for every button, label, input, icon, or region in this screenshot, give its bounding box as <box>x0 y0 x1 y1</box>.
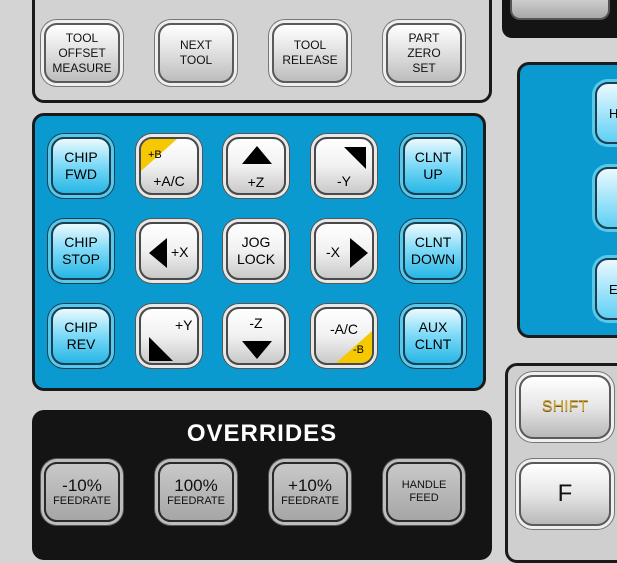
label-line: OFFSET <box>58 45 106 60</box>
sub-label: FEEDRATE <box>167 494 225 507</box>
arrow-up-icon <box>242 146 272 164</box>
plus-x-label: +X <box>171 244 189 260</box>
sub-label: FEEDRATE <box>53 494 111 507</box>
f-key[interactable]: F <box>519 462 611 526</box>
arrow-down-icon <box>242 341 272 359</box>
plus-ac-label: +A/C <box>153 173 185 189</box>
arrow-corner-icon <box>149 337 173 361</box>
partial-blank-key[interactable] <box>595 167 617 229</box>
label-line: CLNT <box>414 234 452 250</box>
minus-b-label: -B <box>353 344 364 356</box>
value-label: -10% <box>62 475 102 495</box>
label-line: UP <box>423 166 443 182</box>
plus-x-button[interactable]: +X <box>139 222 199 280</box>
chip-fwd-button[interactable]: CHIP FWD <box>51 137 111 195</box>
next-tool-button[interactable]: NEXT TOOL <box>158 23 234 83</box>
label-line: STOP <box>62 251 100 267</box>
minus-x-button[interactable]: -X <box>314 222 374 280</box>
partial-e-key[interactable]: E <box>595 258 617 320</box>
plus-z-button[interactable]: +Z <box>226 137 286 195</box>
label-line: JOG <box>241 234 271 250</box>
label-line: NEXT <box>179 38 212 52</box>
value-label: +10% <box>288 475 332 495</box>
label-line: TOOL <box>179 53 213 67</box>
top-right-key-area <box>502 0 617 38</box>
label-line: MEASURE <box>52 60 112 75</box>
plus-y-label: +Y <box>175 317 193 333</box>
feedrate-100-button[interactable]: 100% FEEDRATE <box>158 462 234 522</box>
f-key-label: F <box>557 480 573 507</box>
label-line: LOCK <box>236 251 276 267</box>
label-line: REV <box>66 336 96 352</box>
label-line: HANDLE <box>401 479 447 491</box>
label-line: FWD <box>65 166 97 182</box>
minus-z-button[interactable]: -Z <box>226 307 286 365</box>
label-line: ZERO <box>407 45 441 60</box>
value-label: 100% <box>174 475 218 495</box>
label-line: AUX <box>418 319 448 335</box>
shift-label: SHIFT <box>541 398 589 415</box>
label-line: RELEASE <box>282 53 338 67</box>
label-line: TOOL <box>65 30 99 45</box>
plus-b-label: +B <box>148 149 162 161</box>
partial-key-label: H <box>609 105 617 121</box>
partial-key-label: E <box>609 281 617 297</box>
minus-ac-button[interactable]: -A/C -B <box>314 307 374 365</box>
clnt-down-button[interactable]: CLNT DOWN <box>403 222 463 280</box>
arrow-left-icon <box>149 238 167 268</box>
minus-y-label: -Y <box>337 173 351 189</box>
label-line: FEED <box>409 492 439 504</box>
minus-z-label: -Z <box>249 315 263 331</box>
overrides-title: OVERRIDES <box>186 420 338 447</box>
label-line: CHIP <box>64 234 98 250</box>
plus-ac-button[interactable]: +B +A/C <box>139 137 199 195</box>
label-line: CHIP <box>64 319 98 335</box>
aux-clnt-button[interactable]: AUX CLNT <box>403 307 463 365</box>
minus-y-button[interactable]: -Y <box>314 137 374 195</box>
label-line: SET <box>412 60 436 75</box>
part-zero-set-button[interactable]: PART ZERO SET <box>386 23 462 83</box>
handle-feed-button[interactable]: HANDLE FEED <box>386 462 462 522</box>
feedrate-plus-10-button[interactable]: +10% FEEDRATE <box>272 462 348 522</box>
tool-offset-measure-button[interactable]: TOOL OFFSET MEASURE <box>44 23 120 83</box>
plus-y-button[interactable]: +Y <box>139 307 199 365</box>
arrow-corner-icon <box>344 147 366 169</box>
shift-key[interactable]: SHIFT <box>519 375 611 439</box>
label-line: TOOL <box>293 38 327 52</box>
plus-z-label: +Z <box>247 174 265 190</box>
label-line: CHIP <box>64 149 98 165</box>
label-line: DOWN <box>410 251 456 267</box>
tool-release-button[interactable]: TOOL RELEASE <box>272 23 348 83</box>
partial-key[interactable] <box>510 0 610 20</box>
clnt-up-button[interactable]: CLNT UP <box>403 137 463 195</box>
jog-lock-button[interactable]: JOG LOCK <box>226 222 286 280</box>
chip-stop-button[interactable]: CHIP STOP <box>51 222 111 280</box>
sub-label: FEEDRATE <box>281 494 339 507</box>
chip-rev-button[interactable]: CHIP REV <box>51 307 111 365</box>
label-line: CLNT <box>414 336 452 352</box>
minus-x-label: -X <box>326 244 340 260</box>
label-line: CLNT <box>414 149 452 165</box>
feedrate-minus-10-button[interactable]: -10% FEEDRATE <box>44 462 120 522</box>
label-line: PART <box>408 30 440 45</box>
partial-h-key[interactable]: H <box>595 82 617 144</box>
arrow-right-icon <box>350 238 368 268</box>
